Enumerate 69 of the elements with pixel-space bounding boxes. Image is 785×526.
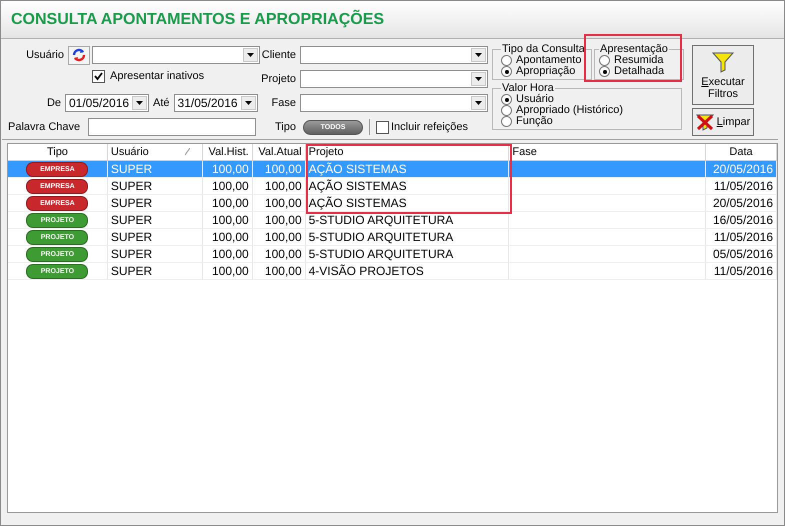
table-cell: 100,00	[202, 263, 253, 280]
window-title: CONSULTA APONTAMENTOS E APROPRIAÇÕES	[11, 10, 384, 28]
table-cell: 11/05/2016	[706, 263, 777, 280]
column-header[interactable]: Fase	[509, 144, 706, 160]
table-cell: 11/05/2016	[706, 229, 777, 246]
column-header[interactable]: Data	[706, 144, 777, 160]
table-cell: 100,00	[252, 161, 306, 178]
table-cell: 100,00	[202, 212, 253, 229]
field-label: Projeto	[260, 73, 297, 85]
table-cell: 100,00	[252, 263, 306, 280]
radio-label: Apropriação	[516, 66, 576, 77]
checkbox-label: Incluir refeições	[391, 121, 468, 133]
table-cell: SUPER	[108, 178, 203, 195]
table-cell: 100,00	[252, 195, 306, 212]
table-cell: 4-VISÃO PROJETOS	[306, 263, 510, 280]
table-cell: 5-STUDIO ARQUITETURA	[306, 246, 510, 263]
field-label: De	[46, 97, 62, 109]
field-label: Usuário	[25, 49, 65, 61]
table-cell: 100,00	[252, 178, 306, 195]
field-value: 01/05/2016	[68, 96, 130, 110]
table-cell: SUPER	[108, 246, 203, 263]
radio-label: Usuário	[516, 94, 554, 105]
table-cell: 16/05/2016	[706, 212, 777, 229]
table-cell: 11/05/2016	[706, 178, 777, 195]
group-title: Valor Hora	[501, 82, 555, 94]
table-cell: SUPER	[108, 229, 203, 246]
field-label: Até	[152, 97, 171, 109]
table-cell: 5-STUDIO ARQUITETURA	[306, 212, 510, 229]
table-cell: 100,00	[252, 212, 306, 229]
radio-label: Resumida	[614, 55, 664, 66]
date-field[interactable]: 31/05/2016	[174, 94, 258, 112]
table-cell: SUPER	[108, 161, 203, 178]
table-cell: SUPER	[108, 212, 203, 229]
table-cell: SUPER	[108, 263, 203, 280]
column-header[interactable]: Val.Hist.	[202, 144, 253, 160]
table-cell: 20/05/2016	[706, 161, 777, 178]
field-label: Cliente	[260, 49, 297, 61]
clear-button[interactable]: Limpar	[692, 108, 754, 136]
table-cell: 05/05/2016	[706, 246, 777, 263]
table-cell: 5-STUDIO ARQUITETURA	[306, 229, 510, 246]
group-title: Apresentação	[599, 43, 669, 55]
field-label: Fase	[270, 97, 297, 109]
group-title: Tipo da Consulta	[501, 43, 586, 55]
field-value: 31/05/2016	[176, 96, 239, 110]
table-cell: AÇÃO SISTEMAS	[306, 195, 510, 212]
column-header[interactable]: Val.Atual	[252, 144, 306, 160]
column-header[interactable]: Usuário	[108, 144, 203, 160]
radio-label: Apontamento	[516, 55, 582, 66]
field-label: Tipo	[274, 121, 297, 133]
column-header[interactable]: Tipo	[8, 144, 108, 160]
radio-label: Detalhada	[614, 66, 664, 77]
table-cell: 20/05/2016	[706, 195, 777, 212]
checkbox-label: Apresentar inativos	[110, 70, 204, 82]
table-cell: AÇÃO SISTEMAS	[306, 161, 510, 178]
table-cell: 100,00	[252, 229, 306, 246]
table-cell: 100,00	[252, 246, 306, 263]
table-cell: 100,00	[202, 195, 253, 212]
table-cell: SUPER	[108, 195, 203, 212]
table-cell: 100,00	[202, 246, 253, 263]
table-cell: 100,00	[202, 161, 253, 178]
table-cell: 100,00	[202, 178, 253, 195]
radio-label: Função	[516, 116, 553, 127]
column-header[interactable]: Projeto	[306, 144, 510, 160]
table-cell: AÇÃO SISTEMAS	[306, 178, 510, 195]
date-field[interactable]: 01/05/2016	[65, 94, 149, 112]
field-label: Palavra Chave	[8, 121, 82, 133]
run-filters-button[interactable]: Executar Filtros	[692, 45, 754, 105]
table-cell: 100,00	[202, 229, 253, 246]
radio-label: Apropriado (Histórico)	[516, 105, 623, 116]
